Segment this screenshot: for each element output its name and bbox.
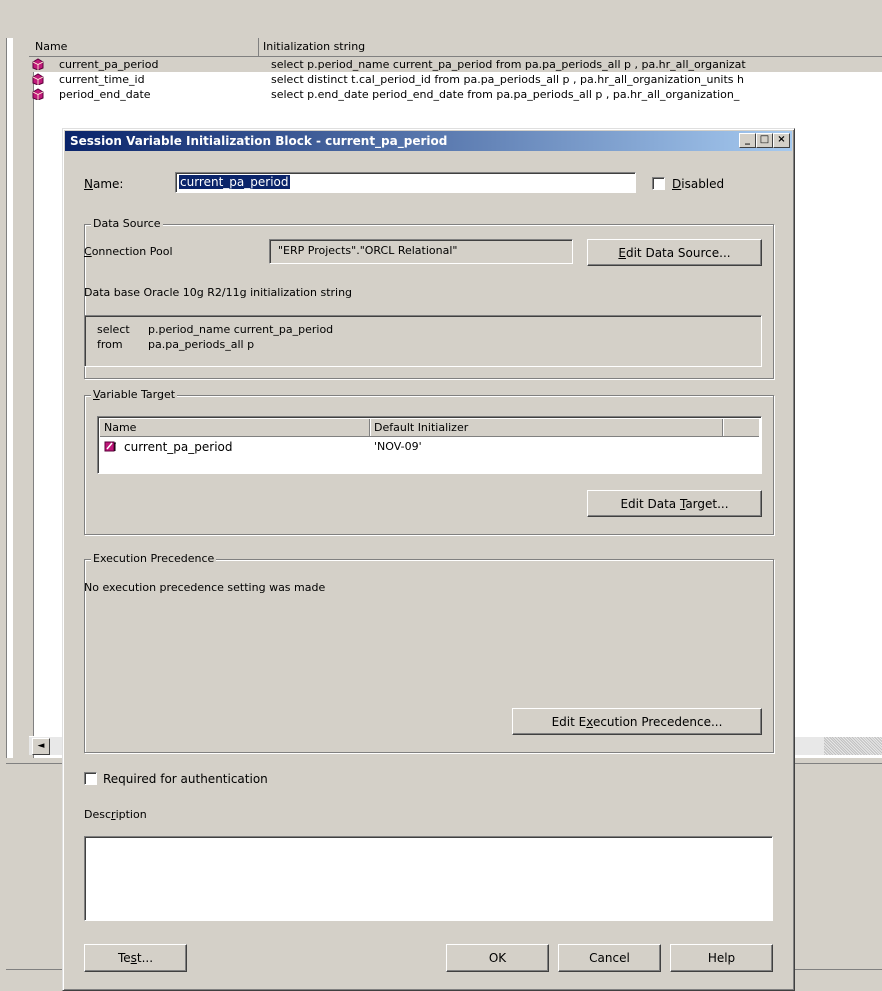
grid-header: Name Default Initializer — [100, 419, 759, 437]
cube-icon — [32, 88, 44, 100]
list-item-init: select p.end_date period_end_date from p… — [271, 88, 740, 101]
execution-precedence-legend: Execution Precedence — [91, 552, 217, 565]
grid-cell-name: current_pa_period — [124, 440, 233, 454]
list-row-period-end-date[interactable]: period_end_date select p.end_date period… — [29, 87, 882, 102]
cube-icon — [32, 58, 44, 70]
grid-column-separator[interactable] — [722, 419, 723, 436]
help-button[interactable]: Help — [670, 944, 773, 972]
variable-icon — [104, 441, 116, 452]
list-item-name: current_pa_period — [59, 58, 159, 71]
column-header-init-string[interactable]: Initialization string — [263, 40, 365, 53]
cube-icon — [32, 73, 44, 85]
data-source-legend: Data Source — [91, 217, 163, 230]
required-auth-label: Required for authentication — [103, 772, 268, 786]
name-input-value: current_pa_period — [179, 175, 290, 189]
disabled-checkbox[interactable] — [652, 177, 665, 190]
edit-data-source-button[interactable]: Edit Data Source... — [587, 239, 762, 266]
variable-target-legend: Variable Target — [91, 388, 178, 401]
minimize-icon[interactable]: _ — [739, 133, 756, 148]
connection-pool-field: "ERP Projects"."ORCL Relational" — [269, 239, 573, 264]
edit-data-target-button[interactable]: Edit Data Target... — [587, 490, 762, 517]
scrollbar-track[interactable] — [824, 737, 882, 755]
connection-pool-value: "ERP Projects"."ORCL Relational" — [278, 244, 458, 257]
dialog-title: Session Variable Initialization Block - … — [70, 134, 448, 148]
name-input[interactable]: current_pa_period — [175, 172, 636, 193]
execution-message: No execution precedence setting was made — [84, 581, 326, 594]
session-variable-dialog: Session Variable Initialization Block - … — [62, 128, 795, 991]
disabled-label: Disabled — [672, 177, 725, 191]
scroll-left-icon[interactable]: ◄ — [32, 738, 50, 755]
list-item-name: current_time_id — [59, 73, 145, 86]
background-toolbar-area — [0, 0, 882, 38]
sql-line-1: p.period_name current_pa_period — [148, 323, 334, 336]
test-button[interactable]: Test... — [84, 944, 187, 972]
list-header: Name Initialization string — [29, 38, 882, 57]
maximize-icon[interactable]: □ — [756, 133, 773, 148]
cancel-button[interactable]: Cancel — [558, 944, 661, 972]
close-icon[interactable]: × — [773, 133, 790, 148]
grid-column-default[interactable]: Default Initializer — [374, 421, 468, 434]
variable-target-grid[interactable]: Name Default Initializer current_pa_peri… — [97, 416, 762, 474]
required-auth-checkbox[interactable] — [84, 772, 97, 785]
sql-line-2: pa.pa_periods_all p — [148, 338, 255, 351]
left-panel — [13, 38, 34, 758]
name-label: Name: — [84, 177, 124, 191]
dialog-titlebar[interactable]: Session Variable Initialization Block - … — [65, 131, 792, 151]
grid-cell-default: 'NOV-09' — [374, 440, 422, 453]
list-item-init: select p.period_name current_pa_period f… — [271, 58, 746, 71]
grid-column-separator[interactable] — [369, 419, 370, 436]
list-row-current-time-id[interactable]: current_time_id select distinct t.cal_pe… — [29, 72, 882, 87]
description-label: Description — [84, 808, 147, 821]
connection-pool-label: Connection Pool — [84, 245, 173, 258]
init-string-textarea[interactable]: select p.period_name current_pa_period f… — [84, 315, 762, 367]
column-separator[interactable] — [258, 38, 259, 56]
list-row-current-pa-period[interactable]: current_pa_period select p.period_name c… — [29, 57, 882, 72]
edit-execution-precedence-button[interactable]: Edit Execution Precedence... — [512, 708, 762, 735]
list-item-name: period_end_date — [59, 88, 151, 101]
description-textarea[interactable] — [84, 836, 773, 921]
grid-column-name[interactable]: Name — [104, 421, 136, 434]
list-item-init: select distinct t.cal_period_id from pa.… — [271, 73, 744, 86]
ok-button[interactable]: OK — [446, 944, 549, 972]
sql-from-keyword: from — [97, 338, 123, 351]
sql-select-keyword: select — [97, 323, 130, 336]
grid-row[interactable]: current_pa_period 'NOV-09' — [100, 439, 759, 455]
init-string-label: Data base Oracle 10g R2/11g initializati… — [84, 286, 353, 299]
column-header-name[interactable]: Name — [35, 40, 67, 53]
